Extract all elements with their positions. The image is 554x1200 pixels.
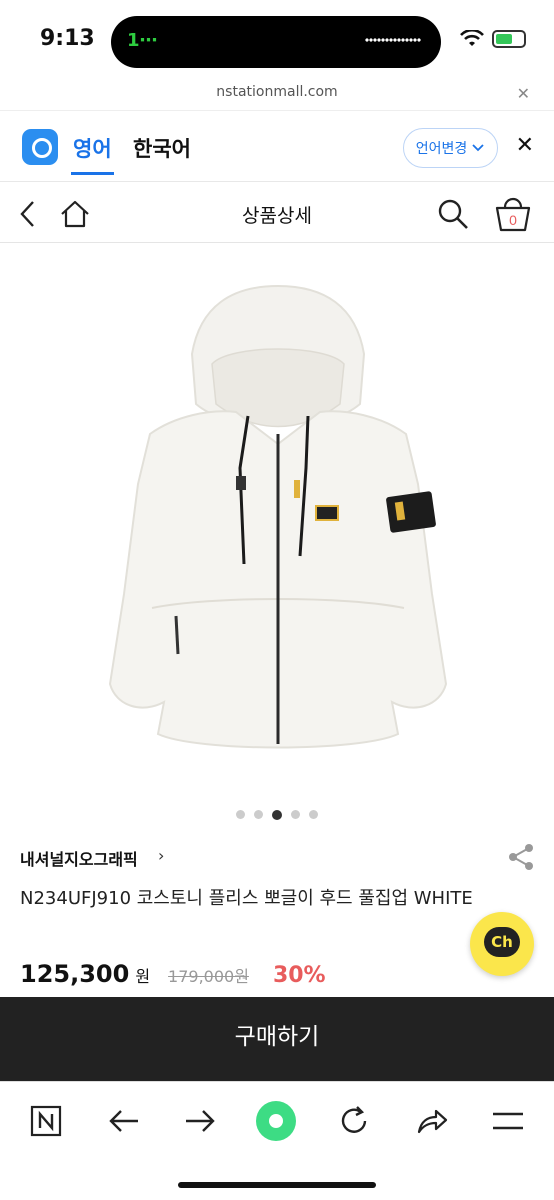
original-price: 179,000원: [168, 967, 249, 986]
translation-close-icon[interactable]: ✕: [516, 133, 534, 158]
status-icons: [460, 30, 526, 48]
discount-rate: 30%: [272, 963, 326, 988]
battery-level: [496, 34, 512, 44]
naver-home-icon[interactable]: [24, 1099, 68, 1143]
buy-button[interactable]: 구매하기: [0, 997, 554, 1081]
product-image[interactable]: [0, 244, 554, 794]
home-indicator[interactable]: [178, 1182, 376, 1188]
status-time: 9:13: [40, 26, 95, 51]
carousel-dot[interactable]: [254, 810, 263, 819]
kakao-channel-chat-button[interactable]: Ch: [470, 912, 534, 976]
cart-icon[interactable]: 0: [494, 195, 532, 233]
cart-count: 0: [509, 212, 517, 228]
carousel-indicator: [0, 810, 554, 820]
carousel-dot[interactable]: [236, 810, 245, 819]
search-icon[interactable]: [436, 197, 470, 231]
back-arrow-icon[interactable]: [102, 1099, 146, 1143]
menu-icon[interactable]: [486, 1099, 530, 1143]
carousel-dot[interactable]: [309, 810, 318, 819]
status-bar: 9:13 1⋯: [0, 0, 554, 84]
product-title: N234UFJ910 코스토니 플리스 뽀글이 후드 풀집업 WHITE: [20, 888, 473, 909]
change-language-label: 언어변경: [415, 141, 468, 157]
page-title: 상품상세: [242, 205, 312, 227]
reload-icon[interactable]: [332, 1099, 376, 1143]
sale-price: 125,300: [20, 960, 130, 988]
carousel-dot[interactable]: [272, 810, 282, 820]
target-language-tab[interactable]: 한국어: [133, 133, 191, 163]
share-arrow-icon[interactable]: [410, 1099, 454, 1143]
green-dot-icon[interactable]: [254, 1099, 298, 1143]
call-waveform-icon: [365, 38, 421, 42]
translation-bar: 영어 한국어 언어변경 ✕: [0, 110, 554, 182]
call-indicator: 1⋯: [127, 30, 158, 51]
price-row: 125,300 원 179,000원 30%: [20, 960, 326, 988]
browser-bottom-nav: [0, 1081, 554, 1200]
papago-logo-icon: [22, 129, 58, 165]
brand-chevron-icon[interactable]: ›: [158, 846, 164, 865]
chevron-down-icon: [472, 144, 484, 152]
carousel-dot[interactable]: [291, 810, 300, 819]
chat-label: Ch: [484, 927, 520, 957]
url-close-icon[interactable]: ✕: [517, 84, 530, 103]
dynamic-island[interactable]: 1⋯: [111, 16, 441, 68]
battery-icon: [492, 30, 526, 48]
url-text: nstationmall.com: [216, 84, 338, 100]
forward-arrow-icon[interactable]: [178, 1099, 222, 1143]
brand-name[interactable]: 내셔널지오그래픽: [20, 846, 138, 870]
price-unit: 원: [135, 967, 151, 986]
change-language-button[interactable]: 언어변경: [403, 128, 498, 168]
page-header: 상품상세 0: [0, 183, 554, 243]
share-icon[interactable]: [506, 842, 536, 872]
wifi-icon: [460, 30, 484, 46]
url-bar[interactable]: nstationmall.com ✕: [0, 84, 554, 110]
source-language-tab[interactable]: 영어: [71, 133, 114, 175]
